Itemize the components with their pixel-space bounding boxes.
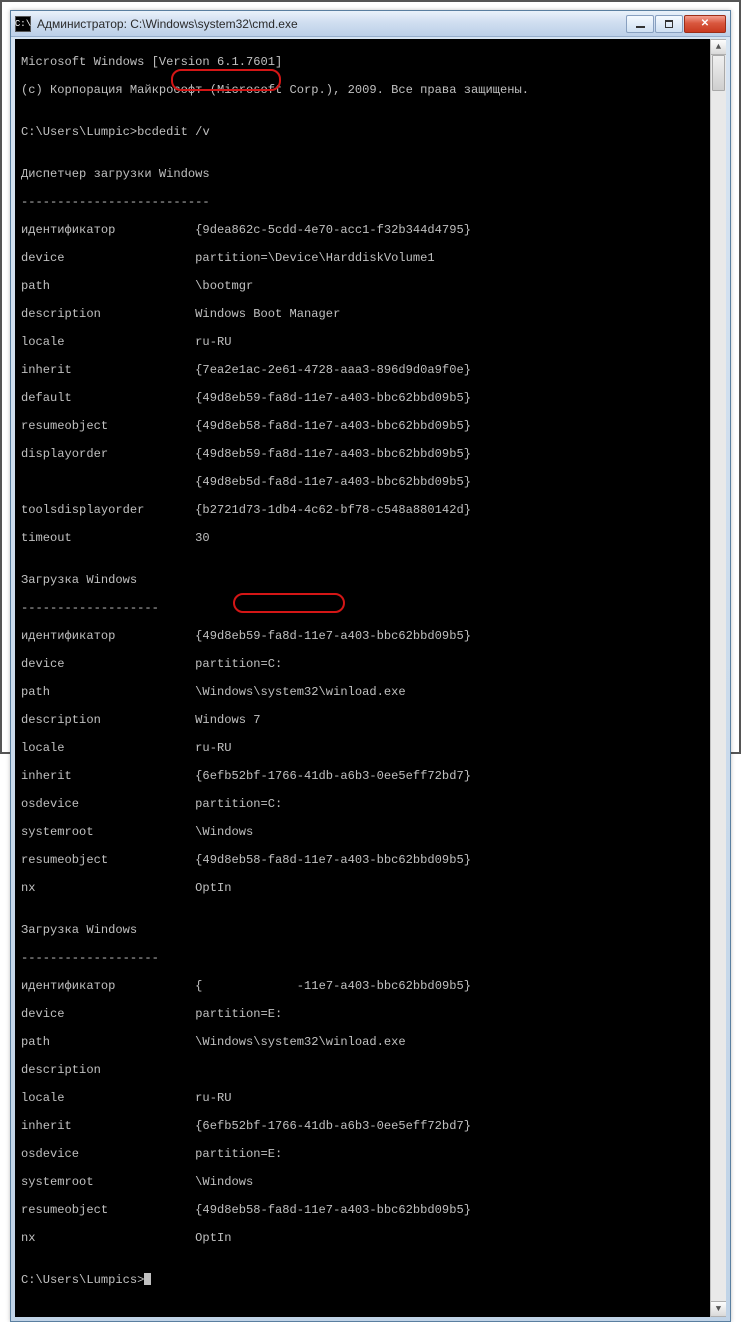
output-line: inherit {6efb52bf-1766-41db-a6b3-0ee5eff… <box>21 1119 720 1133</box>
scroll-up-button[interactable]: ▲ <box>711 39 726 55</box>
prompt-line: C:\Users\Lumpic>bcdedit /v <box>21 125 720 139</box>
window-title: Администратор: C:\Windows\system32\cmd.e… <box>37 17 626 31</box>
output-line: displayorder {49d8eb59-fa8d-11e7-a403-bb… <box>21 447 720 461</box>
output-line: description <box>21 1063 720 1077</box>
output-line: systemroot \Windows <box>21 1175 720 1189</box>
section-title: Диспетчер загрузки Windows <box>21 167 720 181</box>
close-button[interactable]: ✕ <box>684 15 726 33</box>
cmd-icon: C:\ <box>15 16 31 32</box>
prompt-path: C:\Users\Lumpics> <box>21 1273 144 1287</box>
output-line: timeout 30 <box>21 531 720 545</box>
prompt-path: C:\Users\Lumpic> <box>21 125 137 139</box>
minimize-button[interactable] <box>626 15 654 33</box>
prompt-line: C:\Users\Lumpics> <box>21 1273 720 1287</box>
output-line: locale ru-RU <box>21 741 720 755</box>
output-line: device partition=C: <box>21 657 720 671</box>
terminal-output[interactable]: Microsoft Windows [Version 6.1.7601] (c)… <box>15 39 726 1317</box>
output-line: inherit {6efb52bf-1766-41db-a6b3-0ee5eff… <box>21 769 720 783</box>
cursor <box>144 1273 151 1285</box>
output-line: locale ru-RU <box>21 1091 720 1105</box>
section-sep: -------------------------- <box>21 195 720 209</box>
output-line: nx OptIn <box>21 1231 720 1245</box>
output-line: path \Windows\system32\winload.exe <box>21 685 720 699</box>
output-line: locale ru-RU <box>21 335 720 349</box>
output-line: path \bootmgr <box>21 279 720 293</box>
output-line: nx OptIn <box>21 881 720 895</box>
output-line: {49d8eb5d-fa8d-11e7-a403-bbc62bbd09b5} <box>21 475 720 489</box>
window-buttons: ✕ <box>626 15 726 33</box>
title-bar[interactable]: C:\ Администратор: C:\Windows\system32\c… <box>11 11 730 37</box>
output-line: inherit {7ea2e1ac-2e61-4728-aaa3-896d9d0… <box>21 363 720 377</box>
section-sep: ------------------- <box>21 601 720 615</box>
scroll-down-button[interactable]: ▼ <box>711 1301 726 1317</box>
output-line: path \Windows\system32\winload.exe <box>21 1035 720 1049</box>
maximize-button[interactable] <box>655 15 683 33</box>
partition-value: partition=E: <box>195 1007 282 1021</box>
output-line: resumeobject {49d8eb58-fa8d-11e7-a403-bb… <box>21 1203 720 1217</box>
cmd-window: C:\ Администратор: C:\Windows\system32\c… <box>10 10 731 1322</box>
output-line: osdevice partition=C: <box>21 797 720 811</box>
section-title: Загрузка Windows <box>21 923 720 937</box>
output-line: resumeobject {49d8eb58-fa8d-11e7-a403-bb… <box>21 853 720 867</box>
output-line: osdevice partition=E: <box>21 1147 720 1161</box>
output-line: systemroot \Windows <box>21 825 720 839</box>
section-sep: ------------------- <box>21 951 720 965</box>
vertical-scrollbar[interactable]: ▲ ▼ <box>710 39 726 1317</box>
scroll-track[interactable] <box>711 55 726 1301</box>
entered-command: bcdedit /v <box>137 125 210 139</box>
banner-line: Microsoft Windows [Version 6.1.7601] <box>21 55 720 69</box>
output-line: description Windows Boot Manager <box>21 307 720 321</box>
output-line: device partition=E: <box>21 1007 720 1021</box>
output-line: toolsdisplayorder {b2721d73-1db4-4c62-bf… <box>21 503 720 517</box>
output-line: device partition=\Device\HarddiskVolume1 <box>21 251 720 265</box>
output-line: идентификатор {9dea862c-5cdd-4e70-acc1-f… <box>21 223 720 237</box>
terminal-client: Microsoft Windows [Version 6.1.7601] (c)… <box>15 39 726 1317</box>
output-line: default {49d8eb59-fa8d-11e7-a403-bbc62bb… <box>21 391 720 405</box>
output-line: description Windows 7 <box>21 713 720 727</box>
section-title: Загрузка Windows <box>21 573 720 587</box>
output-line: идентификатор {49d8eb5d-fa8d-11e7-a403-b… <box>21 979 720 993</box>
copyright-line: (c) Корпорация Майкрософт (Microsoft Cor… <box>21 83 720 97</box>
screenshot-frame: C:\ Администратор: C:\Windows\system32\c… <box>0 0 741 754</box>
output-line: resumeobject {49d8eb58-fa8d-11e7-a403-bb… <box>21 419 720 433</box>
scroll-thumb[interactable] <box>712 55 725 91</box>
output-line: идентификатор {49d8eb59-fa8d-11e7-a403-b… <box>21 629 720 643</box>
